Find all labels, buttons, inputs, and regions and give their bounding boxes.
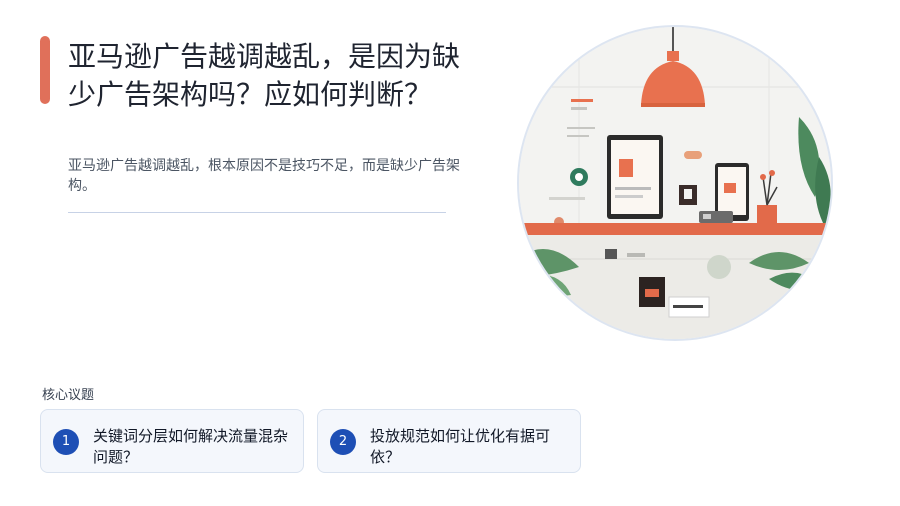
title-divider: [68, 212, 446, 213]
page-title: 亚马逊广告越调越乱，是因为缺少广告架构吗？应如何判断？: [68, 40, 461, 111]
core-issue-card-2[interactable]: 2 投放规范如何让优化有据可依？: [317, 409, 581, 473]
issue-text: 投放规范如何让优化有据可依？: [370, 427, 551, 466]
core-issue-card-1[interactable]: 1 关键词分层如何解决流量混杂问题？: [40, 409, 304, 473]
office-scene-illustration: [519, 27, 831, 339]
hero-illustration: [517, 25, 833, 341]
issue-number-badge: 2: [330, 429, 356, 455]
page-subtitle: 亚马逊广告越调越乱，根本原因不是技巧不足，而是缺少广告架构。: [68, 158, 460, 194]
title-accent-bar: [40, 36, 50, 104]
core-issues-label: 核心议题: [42, 388, 95, 403]
issue-text: 关键词分层如何解决流量混杂问题？: [93, 427, 289, 466]
issue-number-badge: 1: [53, 429, 79, 455]
